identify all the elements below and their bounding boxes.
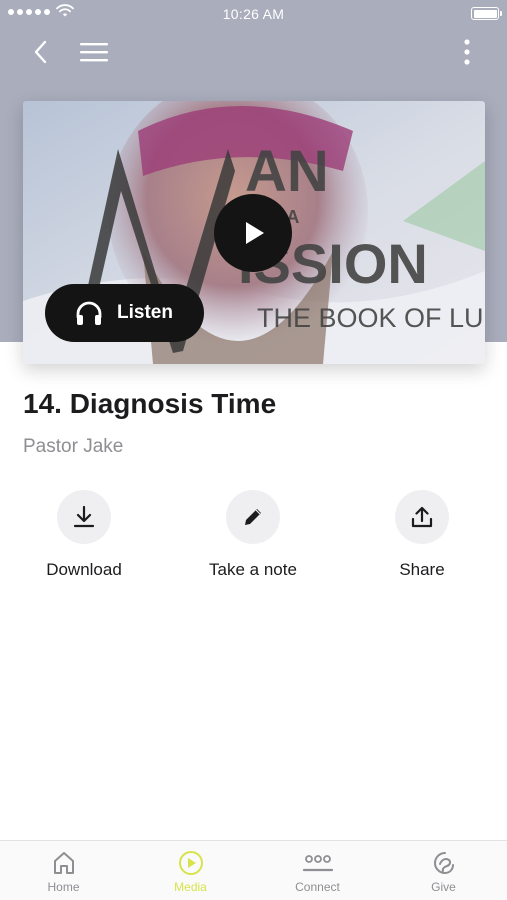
tab-give-label: Give xyxy=(431,880,456,894)
status-time: 10:26 AM xyxy=(222,6,285,22)
take-note-button[interactable]: Take a note xyxy=(173,490,333,580)
more-options-button[interactable] xyxy=(449,34,485,70)
tab-media[interactable]: Media xyxy=(127,841,254,900)
sermon-artwork: AN ON A ISSION THE BOOK OF LUKE Listen xyxy=(23,101,485,364)
status-bar: 10:26 AM xyxy=(0,0,507,28)
download-label: Download xyxy=(46,560,122,579)
people-icon xyxy=(302,855,333,872)
navigation-bar xyxy=(0,28,507,76)
sermon-title: 14. Diagnosis Time xyxy=(23,388,277,419)
artwork-subtitle: THE BOOK OF LUKE xyxy=(257,303,485,333)
menu-button[interactable] xyxy=(74,34,114,70)
play-button[interactable] xyxy=(214,194,292,272)
tab-bar: Home Media Connect Give xyxy=(0,840,507,900)
tab-connect-label: Connect xyxy=(295,880,340,894)
tab-home[interactable]: Home xyxy=(0,841,127,900)
share-label: Share xyxy=(399,560,445,579)
headphones-icon xyxy=(76,301,102,325)
back-button[interactable] xyxy=(22,34,58,70)
listen-label: Listen xyxy=(117,302,173,323)
more-vertical-icon xyxy=(464,39,470,65)
play-icon xyxy=(246,222,264,244)
give-icon xyxy=(433,852,454,875)
home-icon xyxy=(53,852,74,874)
share-button[interactable]: Share xyxy=(342,490,502,580)
download-button[interactable]: Download xyxy=(4,490,164,580)
play-circle-icon xyxy=(178,851,203,875)
pencil-icon xyxy=(226,490,280,544)
tab-give[interactable]: Give xyxy=(380,841,507,900)
battery-icon xyxy=(471,7,502,20)
share-icon xyxy=(395,490,449,544)
tab-home-label: Home xyxy=(47,880,80,894)
chevron-left-icon xyxy=(34,40,47,64)
hamburger-icon xyxy=(80,43,108,62)
tab-connect[interactable]: Connect xyxy=(254,841,381,900)
take-note-label: Take a note xyxy=(209,560,297,579)
speaker-name: Pastor Jake xyxy=(23,436,124,457)
tab-media-label: Media xyxy=(174,880,207,894)
listen-button[interactable]: Listen xyxy=(45,284,204,342)
download-icon xyxy=(57,490,111,544)
